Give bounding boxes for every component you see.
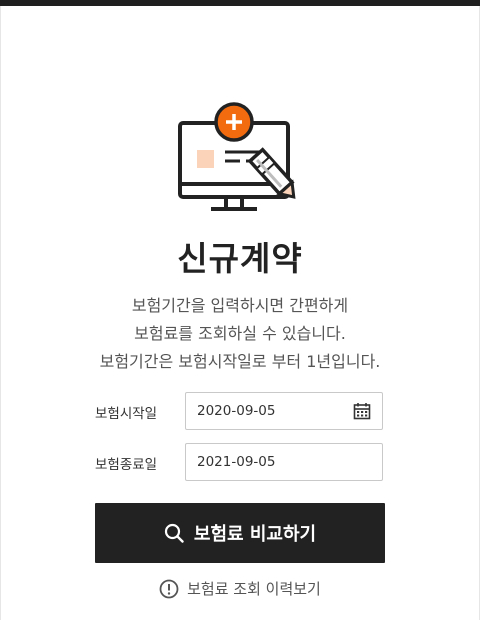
- description-line-2: 보험료를 조회하실 수 있습니다.: [134, 324, 346, 343]
- compare-premium-label: 보험료 비교하기: [193, 524, 317, 545]
- search-icon: [164, 523, 184, 543]
- top-bar: [0, 0, 480, 6]
- calendar-icon[interactable]: [353, 402, 371, 420]
- description-line-1: 보험기간을 입력하시면 간편하게: [131, 296, 349, 315]
- start-date-label: 보험시작일: [95, 406, 158, 422]
- start-date-value: 2020-09-05: [197, 403, 276, 419]
- end-date-label: 보험종료일: [95, 457, 158, 473]
- compare-premium-button[interactable]: 보험료 비교하기: [95, 503, 385, 563]
- end-date-value: 2021-09-05: [197, 454, 276, 470]
- exclamation-circle-icon: [159, 579, 179, 598]
- page-title: 신규계약: [177, 239, 303, 278]
- end-date-field[interactable]: 2021-09-05: [185, 443, 383, 481]
- description-line-3: 보험기간은 보험시작일로 부터 1년입니다.: [99, 352, 381, 371]
- premium-history-link[interactable]: 보험료 조회 이력보기: [0, 578, 480, 599]
- new-contract-icon: [178, 102, 296, 211]
- start-date-field[interactable]: 2020-09-05: [185, 392, 383, 430]
- description: 보험기간을 입력하시면 간편하게 보험료를 조회하실 수 있습니다. 보험기간은…: [0, 292, 480, 376]
- premium-history-label: 보험료 조회 이력보기: [187, 580, 321, 598]
